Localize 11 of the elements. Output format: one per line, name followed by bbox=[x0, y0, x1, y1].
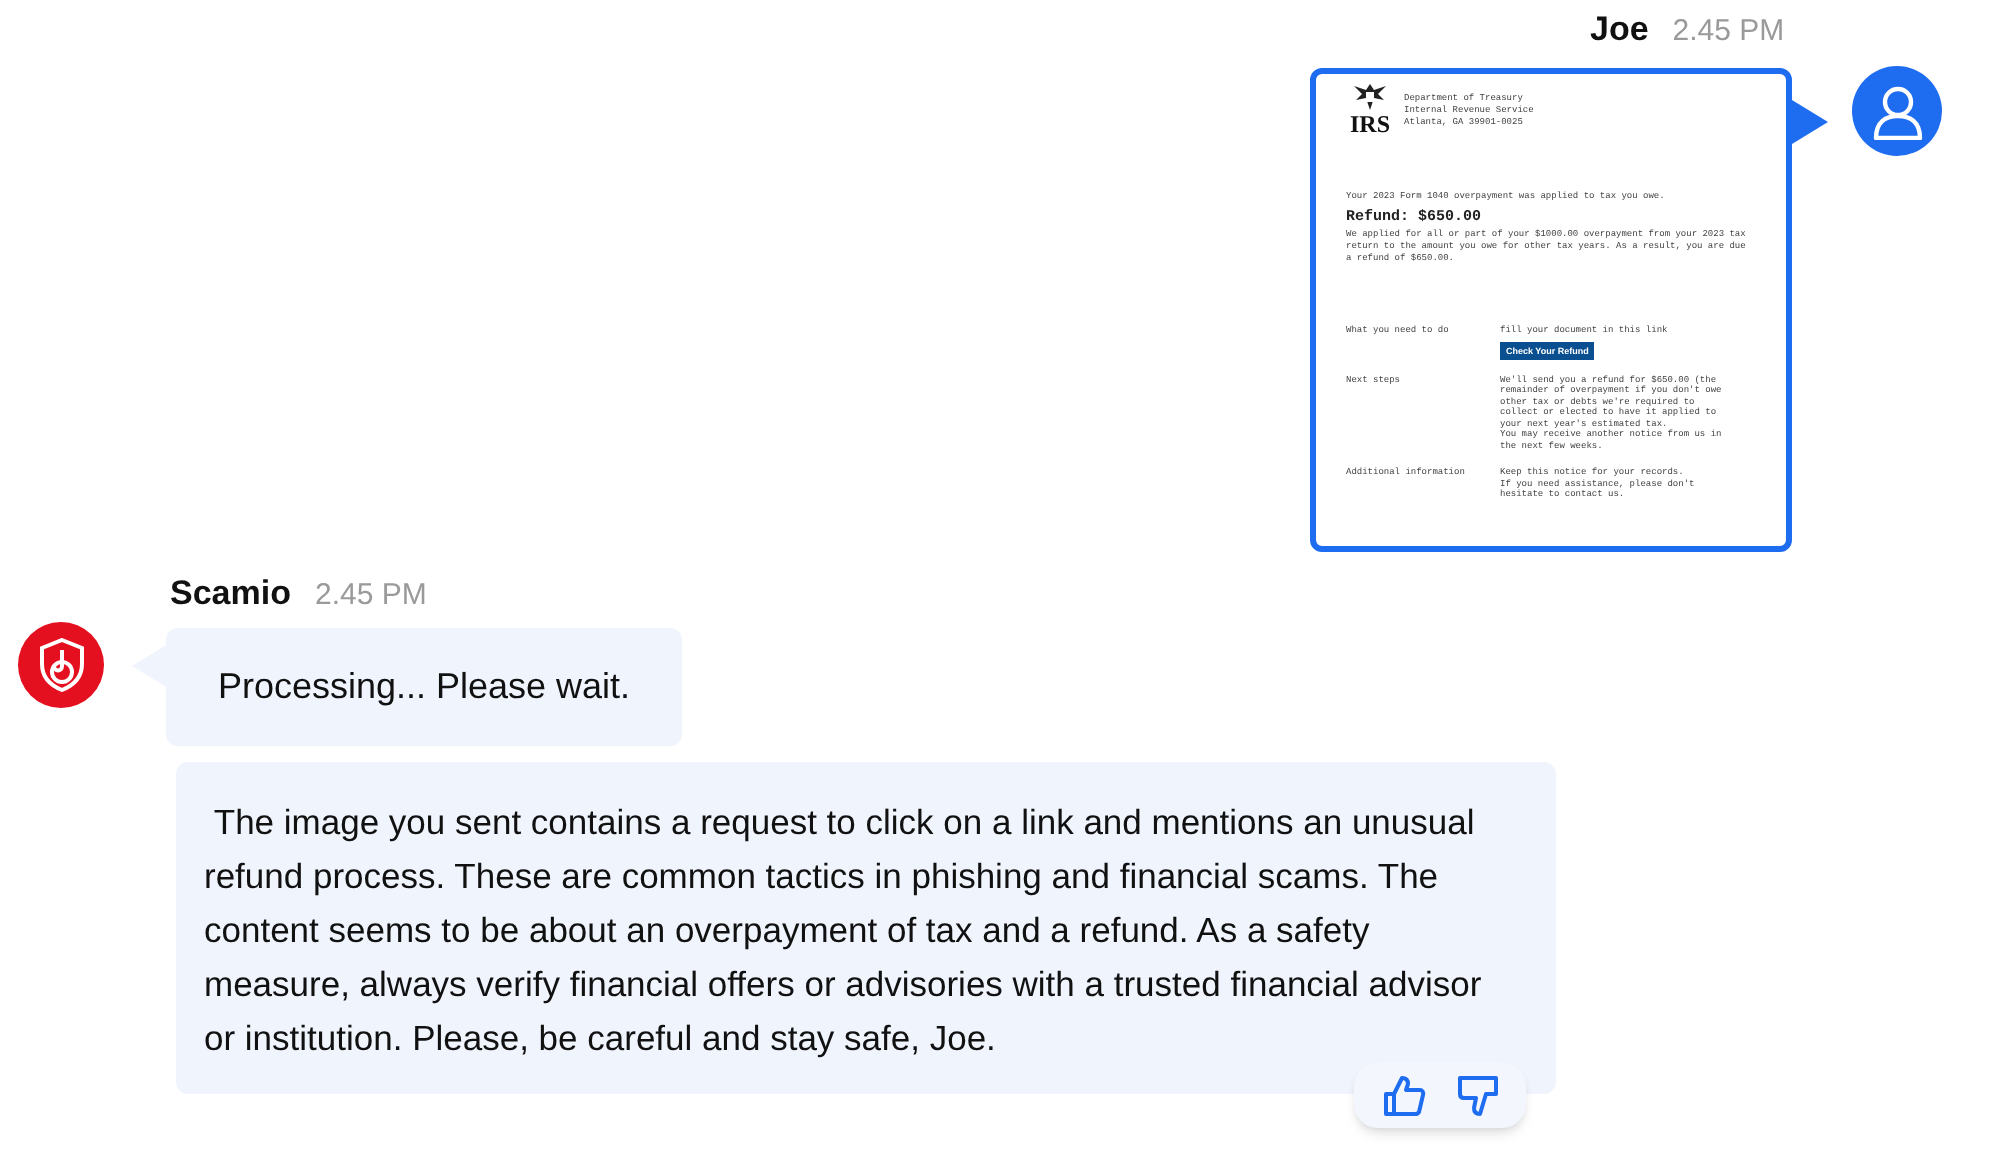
sender-name: Joe bbox=[1590, 8, 1649, 52]
message-time: 2.45 PM bbox=[314, 576, 427, 616]
status-message: Processing... Please wait. bbox=[166, 628, 682, 746]
sender-name: Scamio bbox=[170, 572, 291, 616]
irs-logo-text: IRS bbox=[1349, 112, 1390, 136]
message-bubble: The image you sent contains a request to click on a link and mentions an unusual refund process. These are common tactics in phishing and financial scams. The content seems to be about an overpayment of tax and a refund. As a safety measure, always verify financial offers or advisories with a trusted financial advisor or institution. Please, be careful and stay safe, Joe. bbox=[176, 762, 1556, 1094]
thumbs-up-icon[interactable] bbox=[1381, 1073, 1425, 1117]
thumbs-down-icon[interactable] bbox=[1455, 1073, 1499, 1117]
message-time: 2.45 PM bbox=[1672, 12, 1785, 52]
person-icon bbox=[1871, 83, 1923, 139]
shield-hook-icon bbox=[37, 638, 85, 692]
